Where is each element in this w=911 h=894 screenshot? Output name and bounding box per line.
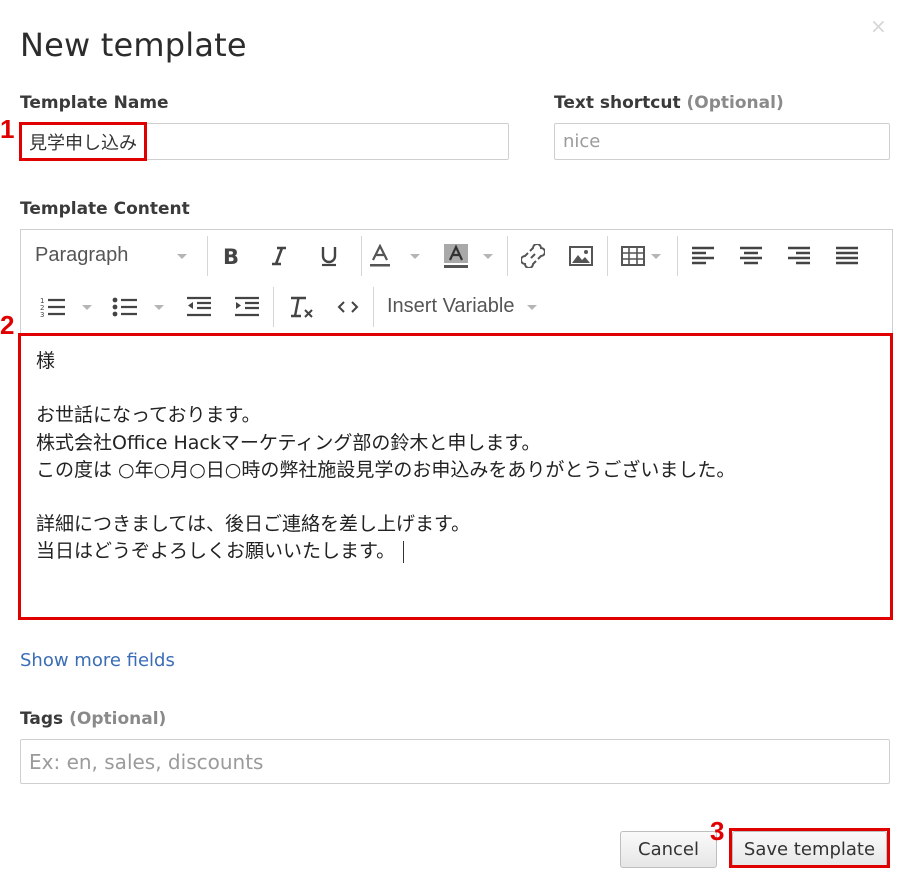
insert-variable-label: Insert Variable: [387, 295, 515, 317]
bullet-list-chevron-down-icon: [154, 305, 164, 310]
insert-variable-chevron-down-icon: [527, 305, 537, 310]
numbered-list-icon: 123: [40, 297, 65, 318]
outdent-button[interactable]: [181, 281, 217, 332]
editor-content-area[interactable]: 様 お世話になっております。 株式会社Office Hackマーケティング部の鈴…: [21, 334, 892, 618]
text-shortcut-label-text: Text shortcut: [554, 93, 681, 113]
align-center-button[interactable]: [733, 230, 769, 281]
editor-toolbar-row-2: 123 Insert Variable: [21, 281, 892, 332]
dialog-title: New template: [20, 26, 247, 64]
background-color-chevron-down-icon: [483, 254, 493, 259]
content-line-last: 当日はどうぞよろしくお願いいたします。: [36, 538, 877, 565]
toolbar-divider: [373, 287, 374, 327]
text-cursor: [403, 540, 405, 563]
content-line: お世話になっております。: [36, 404, 261, 427]
toolbar-divider: [273, 287, 274, 327]
align-right-button[interactable]: [781, 230, 817, 281]
insert-link-button[interactable]: [515, 230, 551, 281]
code-icon: [337, 300, 359, 313]
tags-label-text: Tags: [20, 709, 64, 729]
text-shortcut-placeholder: nice: [563, 131, 601, 152]
bullet-list-button[interactable]: [107, 281, 143, 332]
indent-button[interactable]: [229, 281, 265, 332]
bold-icon: B: [223, 246, 239, 266]
tags-label: Tags (Optional): [20, 709, 166, 729]
insert-image-button[interactable]: [563, 230, 599, 281]
save-template-button[interactable]: Save template: [732, 831, 887, 868]
toolbar-divider: [607, 236, 608, 276]
align-center-icon: [740, 246, 762, 264]
template-name-label-text: Template Name: [20, 93, 169, 113]
background-color-button[interactable]: [439, 230, 473, 281]
step-marker-1: 1: [0, 114, 15, 144]
clear-formatting-button[interactable]: [283, 281, 319, 332]
template-content-label: Template Content: [20, 199, 190, 219]
cancel-button[interactable]: Cancel: [620, 831, 717, 868]
svg-text:3: 3: [40, 311, 44, 318]
close-icon[interactable]: ×: [870, 16, 887, 36]
toolbar-divider: [677, 236, 678, 276]
step-marker-3: 3: [710, 816, 725, 846]
align-right-icon: [788, 246, 810, 264]
tags-placeholder: Ex: en, sales, discounts: [29, 749, 264, 774]
clear-formatting-icon: [291, 296, 313, 318]
underline-icon: [321, 246, 337, 266]
format-select-value: Paragraph: [35, 244, 129, 266]
image-icon: [569, 245, 593, 266]
source-code-button[interactable]: [331, 281, 365, 332]
underline-button[interactable]: [311, 230, 347, 281]
bullet-list-icon: [112, 297, 137, 316]
italic-button[interactable]: [261, 230, 297, 281]
numbered-list-button[interactable]: 123: [35, 281, 71, 332]
content-line: [36, 484, 877, 511]
toolbar-divider: [361, 236, 362, 276]
content-line: 詳細につきましては、後日ご連絡を差し上げます。: [36, 513, 471, 536]
content-line: 当日はどうぞよろしくお願いいたします。: [36, 540, 396, 563]
numbered-list-chevron-down-icon: [82, 305, 92, 310]
link-icon: [521, 243, 545, 268]
insert-variable-button[interactable]: Insert Variable: [381, 281, 541, 332]
rich-text-editor: Paragraph B 1 2 3 Insert Variable 様 お世話に…: [20, 229, 893, 619]
text-color-chevron-down-icon: [410, 254, 420, 259]
template-name-label: Template Name: [20, 93, 169, 113]
text-color-icon: [370, 243, 390, 266]
text-color-button[interactable]: [363, 230, 397, 281]
insert-table-button[interactable]: [613, 230, 653, 281]
text-shortcut-optional: (Optional): [686, 93, 784, 113]
step-marker-2: 2: [0, 310, 15, 340]
align-left-icon: [692, 246, 714, 264]
template-name-input[interactable]: 見学申し込み: [20, 123, 509, 160]
italic-icon: [272, 246, 286, 265]
toolbar-divider: [507, 236, 508, 276]
outdent-icon: [187, 296, 211, 316]
background-color-icon: [444, 243, 468, 268]
table-icon: [621, 245, 645, 266]
content-line: [36, 375, 877, 402]
bold-button[interactable]: B: [213, 230, 249, 281]
indent-icon: [235, 296, 259, 316]
tags-optional: (Optional): [69, 709, 167, 729]
content-line: 株式会社Office Hackマーケティング部の鈴木と申します。: [36, 431, 541, 454]
align-justify-button[interactable]: [829, 230, 865, 281]
content-line: この度は ○年○月○日○時の弊社施設見学のお申込みをありがとうございました。: [36, 458, 736, 481]
toolbar-divider: [207, 236, 208, 276]
align-left-button[interactable]: [685, 230, 721, 281]
text-shortcut-input[interactable]: nice: [554, 123, 890, 160]
template-name-value: 見学申し込み: [29, 132, 137, 154]
svg-text:B: B: [223, 246, 239, 266]
content-line: 様: [36, 350, 56, 372]
format-select-chevron-down-icon: [177, 254, 187, 259]
tags-input[interactable]: Ex: en, sales, discounts: [20, 739, 890, 784]
table-chevron-down-icon: [651, 254, 661, 259]
show-more-fields-link[interactable]: Show more fields: [20, 650, 175, 671]
align-justify-icon: [836, 246, 858, 264]
editor-toolbar-row-1: Paragraph B: [21, 230, 892, 281]
text-shortcut-label: Text shortcut (Optional): [554, 93, 784, 113]
